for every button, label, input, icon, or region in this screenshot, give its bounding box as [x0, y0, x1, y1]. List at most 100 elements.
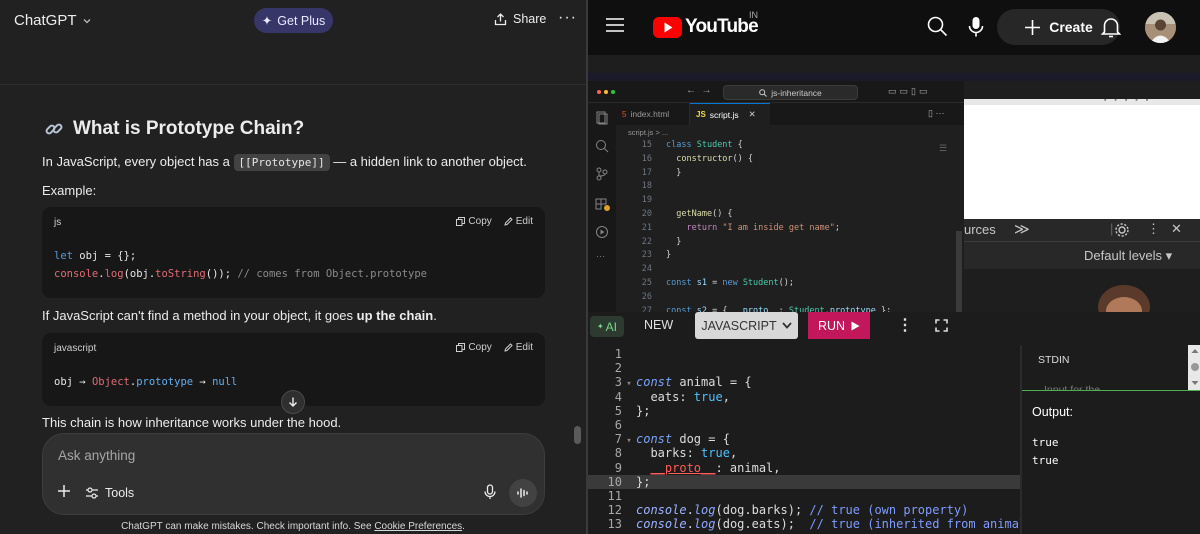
more-icon: ··· [596, 251, 605, 261]
line-number: 25 [641, 277, 652, 288]
stdin-underline [1022, 390, 1200, 391]
code-line[interactable]: 2 [588, 361, 1033, 375]
extensions-icon [595, 198, 610, 211]
line-text: console.log(dog.barks); // true (own pro… [636, 503, 968, 517]
paragraph: If JavaScript can't find a method in you… [42, 308, 437, 323]
model-selector[interactable]: ChatGPT [14, 12, 92, 29]
share-icon [494, 12, 507, 25]
search-button[interactable] [927, 16, 948, 37]
code-token: true [693, 389, 723, 404]
code-line[interactable]: 4 eats: true, [588, 390, 1033, 404]
browser-icons: ▪ ▪ ▪ ▪ ▪ [1104, 97, 1152, 104]
code-line[interactable]: 11 [588, 489, 1033, 503]
hamburger-menu-icon [606, 18, 624, 32]
code-line[interactable]: 12 console.log(dog.barks); // true (own p… [588, 503, 1033, 517]
line-text: }; [636, 475, 650, 489]
code-line[interactable]: 3 ▾ const animal = { [588, 375, 1033, 389]
run-button[interactable]: RUN [808, 312, 870, 339]
code-token: (); [778, 277, 794, 288]
code-line[interactable]: 6 [588, 418, 1033, 432]
code-line: 23} [624, 249, 891, 263]
line-number: 22 [641, 236, 652, 247]
avatar[interactable] [1145, 12, 1176, 43]
youtube-panel: YouTube IN Create ← → js-inheritance ▭▭▯… [588, 0, 1200, 312]
code-token: animal = { [672, 375, 752, 390]
code-token: : animal, [715, 460, 781, 475]
new-button[interactable]: NEW [644, 318, 673, 332]
vscode-scrollbar [956, 231, 962, 312]
vscode-search: js-inheritance [723, 85, 858, 100]
code-token: , [729, 446, 738, 461]
fullscreen-button[interactable] [935, 319, 948, 332]
close-icon: ✕ [748, 109, 756, 119]
code-line: 17 } [624, 167, 891, 181]
microphone-icon [968, 17, 984, 37]
paragraph: In JavaScript, every object has a [[Prot… [42, 154, 527, 171]
copy-button[interactable]: Copy [456, 342, 492, 353]
window-controls-icon [597, 90, 615, 94]
video-player[interactable]: ← → js-inheritance ▭▭▯▭ ··· 5 index.html [588, 55, 1200, 312]
line-number: 23 [641, 250, 652, 261]
scroll-to-bottom-button[interactable] [281, 390, 305, 414]
tools-button[interactable]: Tools [85, 486, 134, 500]
notifications-button[interactable] [1101, 16, 1121, 38]
language-select[interactable]: JAVASCRIPT [695, 312, 798, 339]
code-editor[interactable]: 1 2 3 ▾ const animal = {4 eats: true, 5}; 6 7 ▾ c… [588, 345, 1034, 534]
cookie-preferences-link[interactable]: Cookie Preferences [374, 521, 462, 532]
code-token: dog = { [672, 432, 730, 447]
share-button[interactable]: Share [494, 12, 546, 26]
code-line[interactable]: 9 __proto__: animal, [588, 461, 1033, 475]
edit-button[interactable]: Edit [504, 216, 533, 227]
online-compiler-panel: ✦ AI NEW JAVASCRIPT RUN ⋮ 1 2 3 ▾ const anim… [588, 312, 1200, 534]
code-lines: 1 2 3 ▾ const animal = {4 eats: true, 5}; 6 7 ▾ c… [588, 347, 1034, 532]
line-number: 10 [607, 474, 622, 489]
code-token: const [636, 432, 673, 447]
line-text: barks: true, [636, 446, 737, 460]
code-line[interactable]: 10}; [588, 474, 1034, 489]
chatgpt-panel: ChatGPT ✦ Get Plus Share ··· What is Pro… [0, 0, 586, 534]
output-content: true true [1032, 434, 1059, 470]
code-token: log [693, 517, 716, 532]
code-token: const [666, 277, 692, 288]
code-token: s1 [696, 277, 707, 288]
youtube-logo[interactable]: YouTube [653, 16, 759, 38]
divider [0, 84, 586, 85]
youtube-header: YouTube IN Create [588, 0, 1200, 55]
line-text: eats: true, [636, 390, 730, 404]
compiler-toolbar: ✦ AI NEW JAVASCRIPT RUN ⋮ [588, 312, 1200, 345]
dictate-button[interactable] [483, 484, 497, 500]
stdin-scrollbar[interactable] [1188, 345, 1200, 390]
code-token: return [686, 222, 718, 233]
code-line: 27 const s2 = { __proto__: Student.protot… [624, 305, 892, 312]
paragraph: This chain is how inheritance works unde… [42, 415, 342, 430]
code-line: 16 constructor() { [624, 153, 891, 167]
code-line[interactable]: 13 console.log(dog.eats); // true (inheri… [588, 517, 1034, 532]
code-line[interactable]: 7 ▾ const dog = { [588, 432, 1033, 446]
code-token: constructor [676, 153, 733, 164]
line-number: 27 [641, 305, 652, 312]
code-token: barks: [636, 446, 702, 461]
code-line[interactable]: 8 barks: true, [588, 446, 1033, 460]
line-number: 21 [641, 222, 652, 233]
code-line[interactable]: 1 [588, 347, 1033, 361]
menu-button[interactable] [605, 17, 625, 33]
code-token: const [636, 375, 673, 390]
code-token: = [706, 277, 723, 288]
code-line[interactable]: 5}; [588, 404, 1033, 418]
scrollbar-thumb[interactable] [574, 426, 581, 444]
voice-mode-button[interactable] [509, 479, 537, 507]
edit-button[interactable]: Edit [504, 342, 533, 353]
copy-button[interactable]: Copy [456, 216, 492, 227]
more-options-button[interactable]: ··· [558, 9, 577, 27]
prompt-input[interactable]: Ask anything [58, 448, 135, 463]
code-token: } [666, 236, 682, 247]
play-icon [851, 321, 860, 330]
add-attachment-button[interactable] [57, 484, 71, 498]
voice-search-button[interactable] [968, 16, 984, 38]
more-options-button[interactable]: ⋮ [897, 315, 913, 335]
get-plus-button[interactable]: ✦ Get Plus [254, 8, 333, 33]
expand-icon [935, 319, 948, 332]
ai-button[interactable]: ✦ AI [590, 316, 624, 337]
code-token: eats: [636, 389, 694, 404]
